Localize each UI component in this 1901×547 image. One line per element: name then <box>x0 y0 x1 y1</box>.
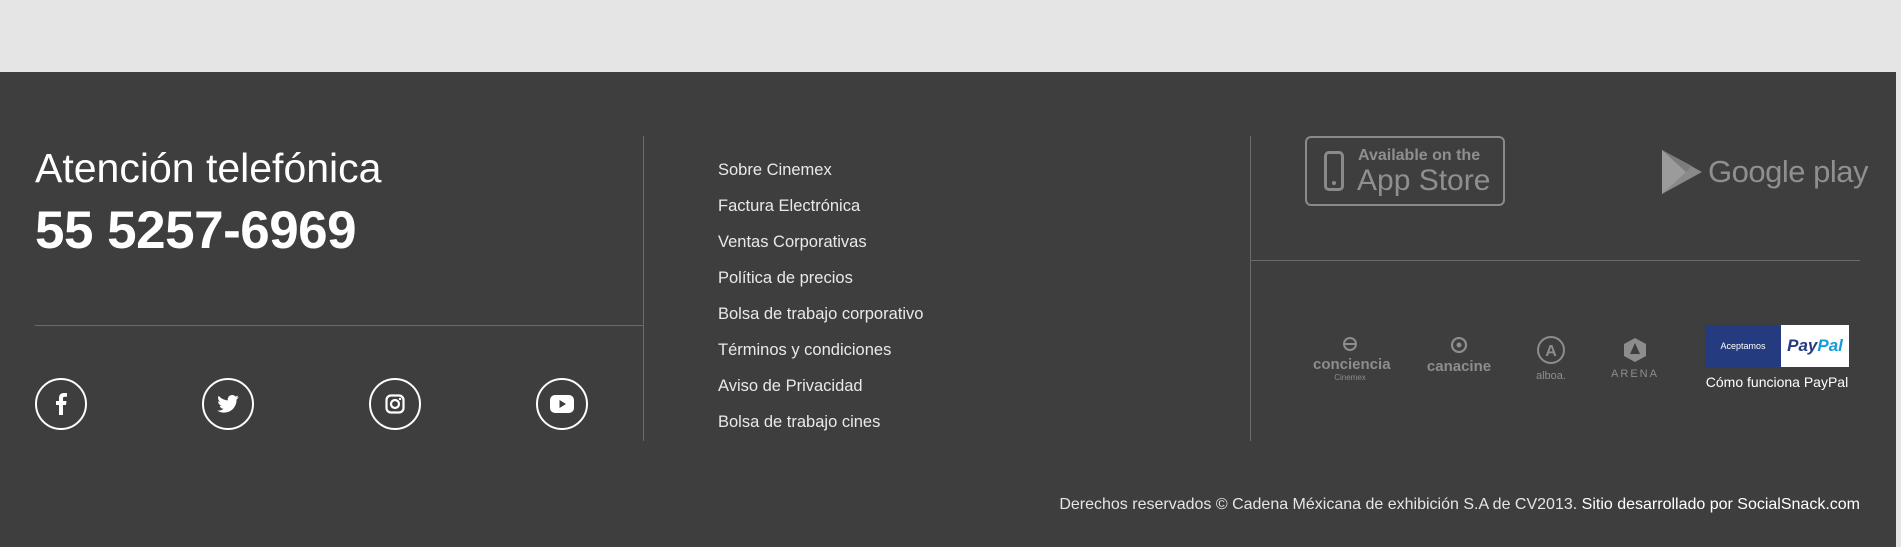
phone-icon <box>1324 151 1344 191</box>
phone-number[interactable]: 55 5257-6969 <box>35 204 357 257</box>
column-divider <box>1250 136 1251 441</box>
footer-link-bolsa-cines[interactable]: Bolsa de trabajo cines <box>718 404 923 440</box>
page-top-area <box>0 0 1901 72</box>
conciencia-label: conciencia <box>1313 356 1391 373</box>
youtube-button[interactable] <box>536 378 588 430</box>
alboa-label: alboa. <box>1536 370 1566 382</box>
alboa-logo: A alboa. <box>1530 335 1572 382</box>
divider <box>35 325 643 326</box>
arena-label: ARENA <box>1611 368 1659 380</box>
site-footer: Atención telefónica 55 5257-6969 Sobre C… <box>0 72 1896 547</box>
alboa-icon: A <box>1537 336 1565 364</box>
conciencia-logo: conciencia Cinemex <box>1313 337 1391 382</box>
footer-link-politica[interactable]: Política de precios <box>718 260 923 296</box>
footer-link-bolsa-corporativo[interactable]: Bolsa de trabajo corporativo <box>718 296 923 332</box>
copyright-text: Derechos reservados © Cadena Méxicana de… <box>1059 496 1578 513</box>
twitter-icon <box>217 395 239 413</box>
canacine-logo: canacine <box>1422 336 1496 375</box>
phone-support-title: Atención telefónica <box>35 145 382 191</box>
paypal-badge[interactable]: Aceptamos Pay Pal <box>1705 325 1849 367</box>
app-store-line1: Available on the <box>1358 147 1481 164</box>
arena-logo: ARENA <box>1602 337 1668 380</box>
instagram-button[interactable] <box>369 378 421 430</box>
column-divider <box>643 136 644 441</box>
canacine-icon <box>1450 336 1468 354</box>
google-play-label: Google play <box>1708 154 1868 189</box>
svg-text:A: A <box>1545 343 1557 360</box>
footer-link-aviso[interactable]: Aviso de Privacidad <box>718 368 923 404</box>
canacine-label: canacine <box>1426 358 1492 375</box>
footer-link-ventas[interactable]: Ventas Corporativas <box>718 224 923 260</box>
paypal-accept-label: Aceptamos <box>1705 325 1781 367</box>
conciencia-sub: Cinemex <box>1334 373 1366 382</box>
facebook-button[interactable] <box>35 378 87 430</box>
footer-link-terminos[interactable]: Términos y condiciones <box>718 332 923 368</box>
app-store-line2: App Store <box>1357 164 1491 197</box>
twitter-button[interactable] <box>202 378 254 430</box>
developer-link[interactable]: Sitio desarrollado por SocialSnack.com <box>1582 496 1860 513</box>
facebook-icon <box>55 393 67 415</box>
scrollbar-track[interactable] <box>1896 0 1901 547</box>
google-play-badge[interactable]: Google play <box>1660 148 1868 196</box>
footer-link-factura[interactable]: Factura Electrónica <box>718 188 923 224</box>
instagram-icon <box>385 394 405 414</box>
divider <box>1250 260 1860 261</box>
arena-icon <box>1624 338 1646 362</box>
copyright: Derechos reservados © Cadena Méxicana de… <box>1059 496 1860 514</box>
youtube-icon <box>550 395 574 413</box>
app-store-badge[interactable]: Available on the App Store <box>1305 136 1505 206</box>
paypal-logo: Pay Pal <box>1787 336 1843 355</box>
footer-link-sobre-cinemex[interactable]: Sobre Cinemex <box>718 152 923 188</box>
conciencia-icon <box>1343 337 1357 351</box>
paypal-how-link[interactable]: Cómo funciona PayPal <box>1705 374 1849 390</box>
footer-links: Sobre Cinemex Factura Electrónica Ventas… <box>718 152 923 440</box>
